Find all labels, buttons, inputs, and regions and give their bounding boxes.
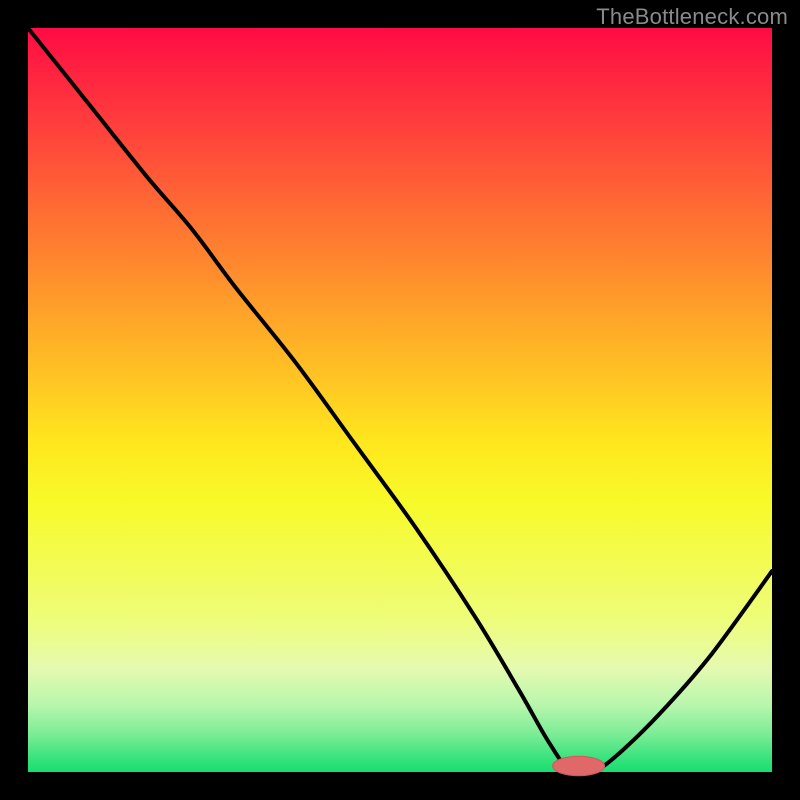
curve-layer: [28, 28, 772, 772]
bottleneck-curve: [28, 28, 772, 775]
optimum-marker: [553, 756, 605, 775]
chart-frame: TheBottleneck.com: [0, 0, 800, 800]
watermark-label: TheBottleneck.com: [596, 4, 788, 30]
plot-area: [28, 28, 772, 772]
